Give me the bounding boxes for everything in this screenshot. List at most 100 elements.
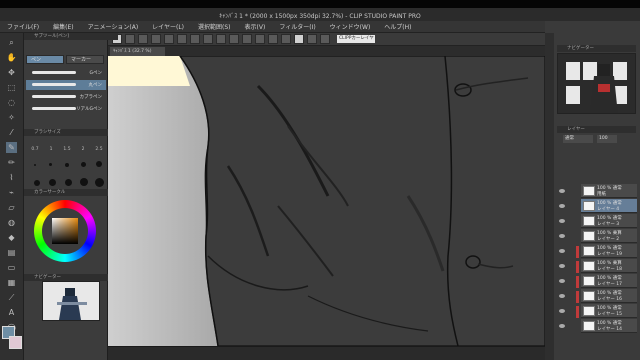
pen-icon[interactable]: ✎ xyxy=(6,142,17,153)
frame-icon[interactable]: ▦ xyxy=(6,277,17,288)
gradient-icon[interactable]: ▤ xyxy=(6,247,17,258)
layer-setting-icon[interactable] xyxy=(307,34,317,44)
eye-icon[interactable] xyxy=(559,219,565,223)
open-icon[interactable] xyxy=(138,34,148,44)
layer-row[interactable]: 100 % 通常 レイヤー 15 xyxy=(581,304,637,318)
zoom-icon[interactable]: ⌕ xyxy=(6,37,17,48)
layer-row[interactable]: 100 % 乗算 レイヤー 18 xyxy=(581,259,637,273)
pencil-icon[interactable]: ✏ xyxy=(6,157,17,168)
color-saturation-square[interactable] xyxy=(52,218,78,244)
size-dot[interactable] xyxy=(81,162,86,167)
shape-icon[interactable]: ▭ xyxy=(6,262,17,273)
brush-icon[interactable]: ⌇ xyxy=(6,172,17,183)
fill-icon[interactable]: ◆ xyxy=(6,232,17,243)
blend-mode-select[interactable]: 通常 xyxy=(563,135,593,143)
eye-icon[interactable] xyxy=(559,234,565,238)
clear-icon[interactable] xyxy=(190,34,200,44)
menu-layer[interactable]: レイヤー(L) xyxy=(145,22,191,31)
size-dot[interactable] xyxy=(65,179,72,186)
snap-special-icon[interactable] xyxy=(255,34,265,44)
size-dot[interactable] xyxy=(34,180,40,186)
transparency-icon[interactable] xyxy=(268,34,278,44)
clipping-field[interactable]: CLIPPカーレイヤー xyxy=(337,35,375,49)
layer-row[interactable]: 100 % 乗算 レイヤー 2 xyxy=(581,229,637,243)
layer-row[interactable]: 100 % 通常 レイヤー 19 xyxy=(581,244,637,258)
size-cell[interactable]: 0.7 xyxy=(28,147,42,161)
undo-icon[interactable] xyxy=(164,34,174,44)
layer-row[interactable]: 100 % 通常 レイヤー 4 xyxy=(581,199,637,213)
save-icon[interactable] xyxy=(151,34,161,44)
eye-icon[interactable] xyxy=(559,309,565,313)
snap-grid-icon[interactable] xyxy=(242,34,252,44)
move-icon[interactable]: ✥ xyxy=(6,67,17,78)
ruler-icon[interactable]: ⟋ xyxy=(6,292,17,303)
layer-row[interactable]: 100 % 通常 レイヤー 3 xyxy=(581,214,637,228)
layer-name: レイヤー 19 xyxy=(597,252,623,257)
layer-row[interactable]: 100 % 通常 用紙 xyxy=(581,184,637,198)
menu-help[interactable]: ヘルプ(H) xyxy=(377,22,418,31)
menu-animation[interactable]: アニメーション(A) xyxy=(81,22,146,31)
eye-icon[interactable] xyxy=(559,249,565,253)
eye-icon[interactable] xyxy=(559,189,565,193)
tool-palette: ⌕ ✋ ✥ ⬚ ◌ ✧ ⁄ ✎ ✏ ⌇ ⌁ ▱ ◍ ◆ ▤ ▭ ▦ ⟋ A ◯ xyxy=(0,33,24,360)
menu-window[interactable]: ウィンドウ(W) xyxy=(323,22,378,31)
navigator-thumbnail[interactable] xyxy=(42,281,100,321)
eye-icon[interactable] xyxy=(559,324,565,328)
menu-view[interactable]: 表示(V) xyxy=(238,22,273,31)
size-dot[interactable] xyxy=(96,161,102,167)
snap-ruler-icon[interactable] xyxy=(229,34,239,44)
sub-color-swatch[interactable] xyxy=(9,336,22,349)
size-dot[interactable] xyxy=(49,163,52,166)
size-cell[interactable]: 1.5 xyxy=(60,147,74,161)
menu-filter[interactable]: フィルター(I) xyxy=(272,22,322,31)
layer-row[interactable]: 100 % 通常 レイヤー 14 xyxy=(581,319,637,333)
blend-icon[interactable]: ◍ xyxy=(6,217,17,228)
transform-icon[interactable] xyxy=(203,34,213,44)
lock-icon[interactable] xyxy=(281,34,291,44)
redo-icon[interactable] xyxy=(177,34,187,44)
menu-edit[interactable]: 編集(E) xyxy=(46,22,80,31)
status-bar xyxy=(108,346,545,360)
canvas-area[interactable] xyxy=(108,56,545,346)
hand-icon[interactable]: ✋ xyxy=(6,52,17,63)
color-icon[interactable] xyxy=(294,34,304,44)
brush-item[interactable]: カブラペン xyxy=(26,92,106,102)
size-dot[interactable] xyxy=(95,178,104,187)
clipping-indicator xyxy=(576,306,579,318)
layer-row[interactable]: 100 % 通常 レイヤー 16 xyxy=(581,289,637,303)
eye-icon[interactable] xyxy=(559,204,565,208)
eraser-icon[interactable]: ▱ xyxy=(6,202,17,213)
deselect-icon[interactable] xyxy=(216,34,226,44)
text-icon[interactable]: A xyxy=(6,307,17,318)
subtool-tab-marker[interactable]: マーカー xyxy=(66,55,104,64)
size-dot[interactable] xyxy=(80,178,88,186)
navigator-header: ナビゲーター xyxy=(24,274,118,281)
new-file-icon[interactable] xyxy=(125,34,135,44)
eye-icon[interactable] xyxy=(559,264,565,268)
brush-item[interactable]: リアルGペン xyxy=(26,104,106,114)
size-cell[interactable]: 1 xyxy=(44,147,58,161)
menu-file[interactable]: ファイル(F) xyxy=(0,22,46,31)
subtool-tab-pen[interactable]: ペン xyxy=(26,55,64,64)
wand-icon[interactable]: ✧ xyxy=(6,112,17,123)
menu-selection[interactable]: 選択範囲(S) xyxy=(191,22,238,31)
size-dot[interactable] xyxy=(49,179,56,186)
brush-item[interactable]: 丸ペン xyxy=(26,80,106,90)
eyedropper-icon[interactable]: ⁄ xyxy=(6,127,17,138)
brush-item[interactable]: Gペン xyxy=(26,68,106,78)
eye-icon[interactable] xyxy=(559,294,565,298)
size-dot[interactable] xyxy=(65,163,69,167)
size-dot[interactable] xyxy=(34,164,36,166)
layer-row[interactable]: 100 % 通常 レイヤー 17 xyxy=(581,274,637,288)
size-cell[interactable]: 2 xyxy=(76,147,90,161)
size-cell[interactable]: 2.5 xyxy=(92,147,106,161)
select-icon[interactable]: ⬚ xyxy=(6,82,17,93)
layer-name: レイヤー 16 xyxy=(597,297,623,302)
eye-icon[interactable] xyxy=(559,279,565,283)
mask-icon[interactable] xyxy=(320,34,330,44)
navigator-preview[interactable] xyxy=(557,53,636,114)
document-tab[interactable]: ｷｬﾝﾊﾞｽ 1 (32.7 %) xyxy=(110,47,165,56)
lasso-icon[interactable]: ◌ xyxy=(6,97,17,108)
opacity-field[interactable]: 100 xyxy=(597,135,617,143)
airbrush-icon[interactable]: ⌁ xyxy=(6,187,17,198)
